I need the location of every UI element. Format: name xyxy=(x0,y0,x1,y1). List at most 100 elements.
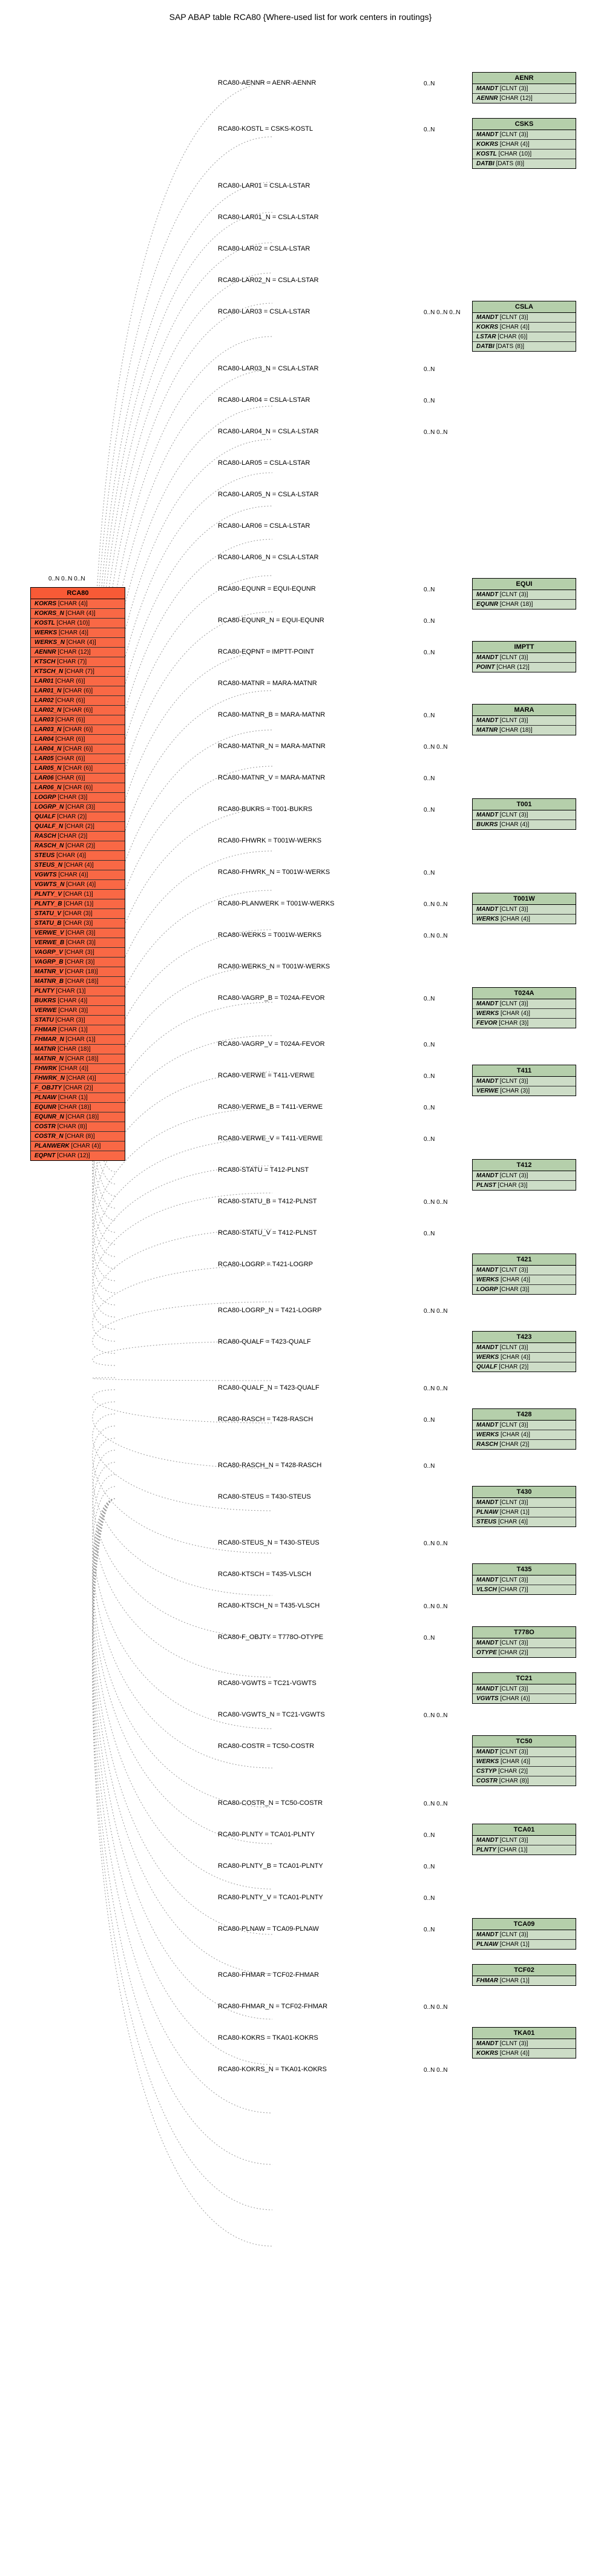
entity-header: T778O xyxy=(473,1627,576,1638)
entity-target: T412MANDT [CLNT (3)]PLNST [CHAR (3)] xyxy=(472,1159,576,1191)
cardinality: 0..N 0..N xyxy=(424,1199,447,1206)
entity-target: CSLAMANDT [CLNT (3)]KOKRS [CHAR (4)]LSTA… xyxy=(472,301,576,352)
cardinality: 0..N 0..N xyxy=(424,1540,447,1547)
relation-label: RCA80-PLNTY = TCA01-PLNTY xyxy=(218,1831,315,1838)
entity-field: MATNR_B [CHAR (18)] xyxy=(31,977,125,987)
entity-target: TC21MANDT [CLNT (3)]VGWTS [CHAR (4)] xyxy=(472,1672,576,1704)
entity-field: PLANWERK [CHAR (4)] xyxy=(31,1142,125,1151)
cardinality: 0..N 0..N xyxy=(424,1712,447,1719)
relation-label: RCA80-F_OBJTY = T778O-OTYPE xyxy=(218,1634,323,1641)
entity-field: LAR04_N [CHAR (6)] xyxy=(31,744,125,754)
entity-field: PLNTY [CHAR (1)] xyxy=(31,987,125,996)
relation-label: RCA80-VERWE = T411-VERWE xyxy=(218,1072,315,1079)
entity-field: POINT [CHAR (12)] xyxy=(473,663,576,672)
er-diagram: RCA80 KOKRS [CHAR (4)]KOKRS_N [CHAR (4)]… xyxy=(12,34,601,2564)
relation-label: RCA80-BUKRS = T001-BUKRS xyxy=(218,806,312,813)
entity-field: VERWE [CHAR (3)] xyxy=(473,1086,576,1096)
entity-field: PLNTY [CHAR (1)] xyxy=(473,1845,576,1855)
entity-field: WERKS [CHAR (4)] xyxy=(473,1275,576,1285)
edge-layer xyxy=(12,34,601,2564)
relation-label: RCA80-LAR03 = CSLA-LSTAR xyxy=(218,308,310,315)
cardinality: 0..N xyxy=(424,1635,435,1641)
entity-field: MANDT [CLNT (3)] xyxy=(473,84,576,94)
entity-field: BUKRS [CHAR (4)] xyxy=(473,820,576,829)
entity-field: VGWTS [CHAR (4)] xyxy=(473,1694,576,1703)
entity-field: LAR01_N [CHAR (6)] xyxy=(31,686,125,696)
cardinality-left: 0..N 0..N 0..N xyxy=(48,576,85,582)
entity-field: KTSCH_N [CHAR (7)] xyxy=(31,667,125,677)
entity-field: COSTR_N [CHAR (8)] xyxy=(31,1132,125,1142)
relation-label: RCA80-QUALF_N = T423-QUALF xyxy=(218,1384,320,1392)
relation-label: RCA80-LAR02 = CSLA-LSTAR xyxy=(218,245,310,252)
entity-field: MANDT [CLNT (3)] xyxy=(473,1638,576,1648)
entity-field: F_OBJTY [CHAR (2)] xyxy=(31,1083,125,1093)
entity-field: LOGRP [CHAR (3)] xyxy=(31,793,125,803)
entity-field: PLNAW [CHAR (1)] xyxy=(473,1508,576,1517)
page-title: SAP ABAP table RCA80 {Where-used list fo… xyxy=(12,12,589,22)
entity-field: MANDT [CLNT (3)] xyxy=(473,1266,576,1275)
entity-field: WERKS [CHAR (4)] xyxy=(473,1009,576,1019)
entity-field: FHMAR [CHAR (1)] xyxy=(31,1025,125,1035)
entity-header: EQUI xyxy=(473,579,576,590)
entity-header: RCA80 xyxy=(31,588,125,599)
entity-field: LAR04 [CHAR (6)] xyxy=(31,735,125,744)
entity-target: AENRMANDT [CLNT (3)]AENNR [CHAR (12)] xyxy=(472,72,576,104)
relation-label: RCA80-VAGRP_V = T024A-FEVOR xyxy=(218,1040,325,1048)
entity-field: VLSCH [CHAR (7)] xyxy=(473,1585,576,1594)
entity-field: RASCH [CHAR (2)] xyxy=(473,1440,576,1449)
entity-header: TCA01 xyxy=(473,1824,576,1836)
relation-label: RCA80-LAR01_N = CSLA-LSTAR xyxy=(218,214,318,221)
entity-field: MANDT [CLNT (3)] xyxy=(473,1498,576,1508)
entity-target: T423MANDT [CLNT (3)]WERKS [CHAR (4)]QUAL… xyxy=(472,1331,576,1372)
cardinality: 0..N xyxy=(424,996,435,1002)
relation-label: RCA80-LOGRP = T421-LOGRP xyxy=(218,1261,313,1268)
relation-label: RCA80-AENNR = AENR-AENNR xyxy=(218,79,316,87)
entity-field: PLNST [CHAR (3)] xyxy=(473,1181,576,1190)
entity-header: T024A xyxy=(473,988,576,999)
entity-field: OTYPE [CHAR (2)] xyxy=(473,1648,576,1657)
cardinality: 0..N 0..N xyxy=(424,1385,447,1392)
cardinality: 0..N 0..N xyxy=(424,1801,447,1807)
entity-target: T435MANDT [CLNT (3)]VLSCH [CHAR (7)] xyxy=(472,1563,576,1595)
relation-label: RCA80-WERKS = T001W-WERKS xyxy=(218,932,321,939)
entity-field: VAGRP_B [CHAR (3)] xyxy=(31,958,125,967)
entity-target: TKA01MANDT [CLNT (3)]KOKRS [CHAR (4)] xyxy=(472,2027,576,2058)
relation-label: RCA80-COSTR_N = TC50-COSTR xyxy=(218,1799,323,1807)
entity-field: LAR03 [CHAR (6)] xyxy=(31,715,125,725)
relation-label: RCA80-EQUNR = EQUI-EQUNR xyxy=(218,585,316,593)
entity-field: VGWTS_N [CHAR (4)] xyxy=(31,880,125,890)
entity-field: FEVOR [CHAR (3)] xyxy=(473,1019,576,1028)
cardinality: 0..N 0..N xyxy=(424,2067,447,2074)
entity-field: MANDT [CLNT (3)] xyxy=(473,1684,576,1694)
entity-field: MATNR [CHAR (18)] xyxy=(31,1045,125,1054)
relation-label: RCA80-PLNAW = TCA09-PLNAW xyxy=(218,1925,319,1933)
entity-field: PLNTY_V [CHAR (1)] xyxy=(31,890,125,899)
entity-field: LAR06_N [CHAR (6)] xyxy=(31,783,125,793)
relation-label: RCA80-MATNR_V = MARA-MATNR xyxy=(218,774,325,781)
entity-field: QUALF [CHAR (2)] xyxy=(31,812,125,822)
entity-field: MATNR [CHAR (18)] xyxy=(473,726,576,735)
cardinality: 0..N xyxy=(424,1417,435,1424)
entity-header: T412 xyxy=(473,1160,576,1171)
entity-field: LAR06 [CHAR (6)] xyxy=(31,774,125,783)
entity-field: MANDT [CLNT (3)] xyxy=(473,1836,576,1845)
entity-target: TCA09MANDT [CLNT (3)]PLNAW [CHAR (1)] xyxy=(472,1918,576,1950)
entity-target: TCA01MANDT [CLNT (3)]PLNTY [CHAR (1)] xyxy=(472,1824,576,1855)
relation-label: RCA80-EQPNT = IMPTT-POINT xyxy=(218,648,314,656)
cardinality: 0..N xyxy=(424,1136,435,1143)
relation-label: RCA80-RASCH_N = T428-RASCH xyxy=(218,1462,321,1469)
relation-label: RCA80-WERKS_N = T001W-WERKS xyxy=(218,963,330,970)
relation-label: RCA80-VGWTS = TC21-VGWTS xyxy=(218,1680,317,1687)
entity-header: AENR xyxy=(473,73,576,84)
entity-header: TC21 xyxy=(473,1673,576,1684)
entity-field: LAR01 [CHAR (6)] xyxy=(31,677,125,686)
relation-label: RCA80-PLNTY_B = TCA01-PLNTY xyxy=(218,1862,323,1870)
entity-target: T421MANDT [CLNT (3)]WERKS [CHAR (4)]LOGR… xyxy=(472,1254,576,1295)
entity-field: WERKS [CHAR (4)] xyxy=(31,628,125,638)
relation-label: RCA80-EQUNR_N = EQUI-EQUNR xyxy=(218,617,324,624)
relation-label: RCA80-STEUS = T430-STEUS xyxy=(218,1493,311,1500)
relation-label: RCA80-STATU_V = T412-PLNST xyxy=(218,1229,317,1237)
entity-field: WERKS_N [CHAR (4)] xyxy=(31,638,125,648)
entity-field: MANDT [CLNT (3)] xyxy=(473,905,576,915)
relation-label: RCA80-KTSCH_N = T435-VLSCH xyxy=(218,1602,320,1609)
